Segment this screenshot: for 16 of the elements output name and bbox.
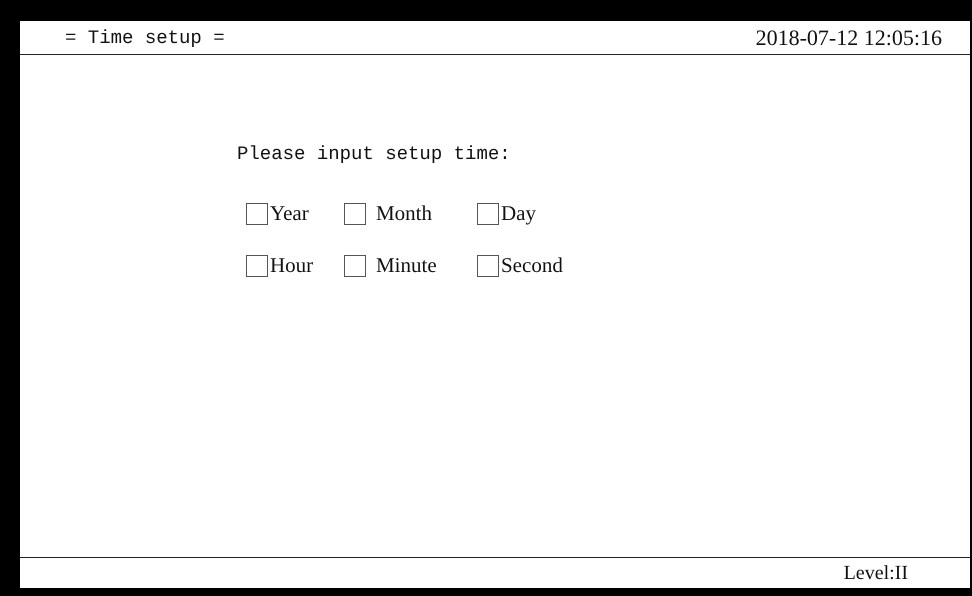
input-field[interactable] bbox=[246, 254, 268, 276]
field-label: Day bbox=[501, 201, 536, 226]
field-label: Month bbox=[376, 201, 432, 226]
field-label: Year bbox=[270, 201, 309, 226]
field-label: Minute bbox=[376, 253, 437, 278]
level-indicator: Level:II bbox=[844, 562, 908, 584]
input-field[interactable] bbox=[344, 202, 366, 224]
field-label: Second bbox=[501, 253, 563, 278]
input-field[interactable] bbox=[246, 202, 268, 224]
date-time: 2018-07-12 12:05:16 bbox=[756, 24, 942, 50]
input-field[interactable] bbox=[477, 202, 499, 224]
input-field[interactable] bbox=[344, 254, 366, 276]
input-field[interactable] bbox=[477, 254, 499, 276]
prompt-text: Please input setup time: bbox=[237, 143, 512, 165]
field-label: Hour bbox=[270, 253, 314, 278]
screen-title: = Time setup = bbox=[65, 26, 225, 48]
